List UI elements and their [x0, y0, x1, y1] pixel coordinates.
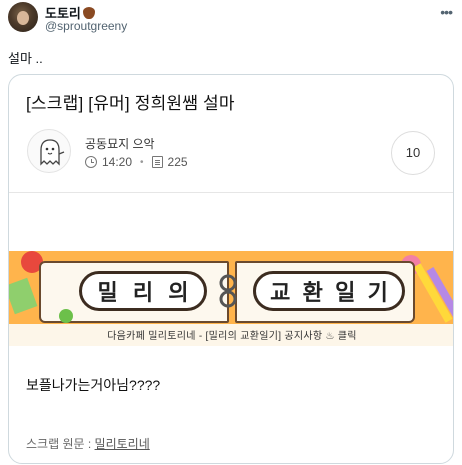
- user-handle[interactable]: @sproutgreeny: [45, 19, 127, 33]
- chestnut-icon: [82, 7, 95, 19]
- banner-title-left: 밀 리 의: [79, 271, 207, 311]
- banner-char: 환: [302, 280, 323, 305]
- binder-ring-icon: [219, 274, 237, 308]
- comment-count-badge[interactable]: 10: [391, 131, 435, 175]
- tweet-header: 도토리 @sproutgreeny •••: [8, 2, 454, 36]
- meta-separator: •: [140, 156, 144, 168]
- source-line: 스크랩 원문 : 밀리토리네: [26, 435, 150, 452]
- card-divider: [9, 192, 453, 193]
- decor-box-icon: [9, 277, 38, 315]
- tweet-text: 설마 ..: [8, 51, 43, 66]
- avatar[interactable]: [8, 2, 38, 32]
- banner-char: 밀: [97, 280, 118, 305]
- post-meta: 14:20 • 225: [85, 155, 188, 169]
- clock-icon: [85, 156, 97, 168]
- banner-char: 의: [168, 280, 189, 305]
- post-text: 보플나가는거아님????: [26, 377, 161, 393]
- banner-char: 기: [367, 280, 388, 305]
- clover-icon: [59, 309, 73, 323]
- banner-caption[interactable]: 다음카페 밀리토리네 - [밀리의 교환일기] 공지사항 ♨ 클릭: [9, 327, 453, 342]
- banner-title-right: 교 환 일 기: [253, 271, 405, 311]
- source-label: 스크랩 원문 :: [26, 437, 95, 451]
- ghost-avatar-icon: [27, 129, 71, 173]
- view-icon: [151, 156, 163, 168]
- banner-char: 교: [270, 280, 291, 305]
- banner-char: 일: [335, 280, 356, 305]
- link-card[interactable]: [스크랩] [유머] 정희원쌤 설마 공동묘지 으악 14:20 • 225 1…: [8, 74, 454, 464]
- more-icon[interactable]: •••: [440, 4, 453, 20]
- post-time: 14:20: [102, 155, 133, 169]
- banner-char: 리: [132, 280, 154, 305]
- card-title[interactable]: [스크랩] [유머] 정희원쌤 설마: [26, 89, 235, 114]
- view-count: 225: [167, 155, 188, 169]
- cafe-name: 공동묘지 으악: [85, 137, 155, 151]
- source-link[interactable]: 밀리토리네: [95, 437, 150, 451]
- cafe-banner-image[interactable]: ★ 밀 리 의 교 환 일 기 다음카페 밀리토리네 - [밀리의 교환일기] …: [9, 251, 453, 346]
